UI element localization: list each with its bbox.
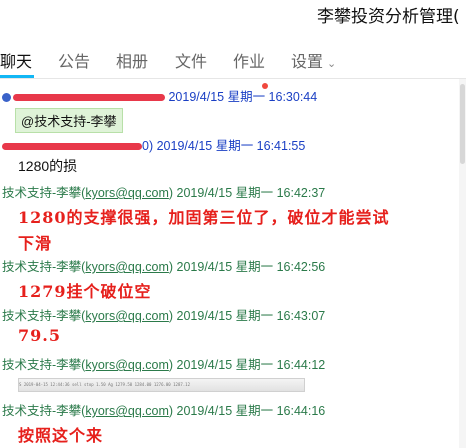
sender-email[interactable]: kyors@qq.com (85, 260, 169, 274)
sender-email[interactable]: kyors@qq.com (85, 404, 169, 418)
sender-email[interactable]: kyors@qq.com (85, 309, 169, 323)
email-tail: 0) (142, 139, 154, 153)
chat-history[interactable]: 2019/4/15 星期一 16:30:44 @技术支持-李攀 0) 2019/… (0, 79, 458, 448)
message-text: 1280的损 (18, 158, 78, 174)
scrollbar-thumb[interactable] (460, 84, 465, 164)
tab-settings-label: 设置 (291, 52, 324, 71)
message-timestamp: 2019/4/15 星期一 16:42:37 (176, 186, 326, 200)
message-header: 0) 2019/4/15 星期一 16:41:55 (2, 135, 305, 154)
screenshot-image[interactable]: S 2019-04-15 12:44:36 sell stop 1.50 Ag … (18, 378, 305, 392)
message-header: 2019/4/15 星期一 16:30:44 (2, 86, 317, 105)
message-timestamp: 2019/4/15 星期一 16:42:56 (176, 260, 326, 274)
user-icon (2, 93, 11, 103)
message-text: 1280的支撑很强，加固第三位了，破位才能尝试 (18, 208, 390, 227)
message-text: 79.5 (18, 326, 61, 345)
tab-settings[interactable]: 设置 ⌄ (291, 48, 336, 72)
sender-email[interactable]: kyors@qq.com (85, 186, 169, 200)
active-tab-indicator (0, 75, 34, 78)
chevron-down-icon: ⌄ (327, 57, 337, 70)
tab-homework[interactable]: 作业 (233, 48, 265, 72)
message-text: 1279挂个破位空 (18, 282, 152, 301)
sender-name: 技术支持-李攀 (2, 260, 82, 274)
message-header: 技术支持-李攀(kyors@qq.com) 2019/4/15 星期一 16:4… (2, 186, 326, 200)
redacted-sender (2, 143, 142, 151)
tab-chat[interactable]: 聊天 (0, 48, 32, 72)
title-bar: 李攀投资分析管理( (0, 0, 466, 38)
message-timestamp: 2019/4/15 星期一 16:43:07 (176, 309, 326, 323)
message-timestamp: 2019/4/15 星期一 16:44:12 (176, 358, 326, 372)
message-text: 按照这个来 (18, 426, 104, 445)
mention-bubble[interactable]: @技术支持-李攀 (15, 108, 123, 133)
window-title: 李攀投资分析管理( (317, 7, 460, 27)
sender-name: 技术支持-李攀 (2, 358, 82, 372)
tab-announcements[interactable]: 公告 (58, 48, 90, 72)
message-header: 技术支持-李攀(kyors@qq.com) 2019/4/15 星期一 16:4… (2, 404, 326, 418)
message-timestamp: 2019/4/15 星期一 16:44:16 (176, 404, 326, 418)
sender-name: 技术支持-李攀 (2, 404, 82, 418)
sender-email[interactable]: kyors@qq.com (85, 358, 169, 372)
message-header: 技术支持-李攀(kyors@qq.com) 2019/4/15 星期一 16:4… (2, 260, 326, 274)
tab-bar: 聊天 公告 相册 文件 作业 设置 ⌄ (0, 38, 466, 89)
sender-name: 技术支持-李攀 (2, 186, 82, 200)
tab-files[interactable]: 文件 (175, 48, 207, 72)
message-header: 技术支持-李攀(kyors@qq.com) 2019/4/15 星期一 16:4… (2, 358, 326, 372)
message-timestamp: 2019/4/15 星期一 16:41:55 (156, 139, 306, 153)
tab-album[interactable]: 相册 (116, 48, 148, 72)
message-text-continued: 下滑 (18, 234, 53, 253)
chat-scrollbar[interactable] (459, 79, 466, 448)
sender-name: 技术支持-李攀 (2, 309, 82, 323)
message-header: 技术支持-李攀(kyors@qq.com) 2019/4/15 星期一 16:4… (2, 309, 326, 323)
redacted-sender (13, 94, 165, 102)
message-timestamp: 2019/4/15 星期一 16:30:44 (168, 90, 318, 104)
